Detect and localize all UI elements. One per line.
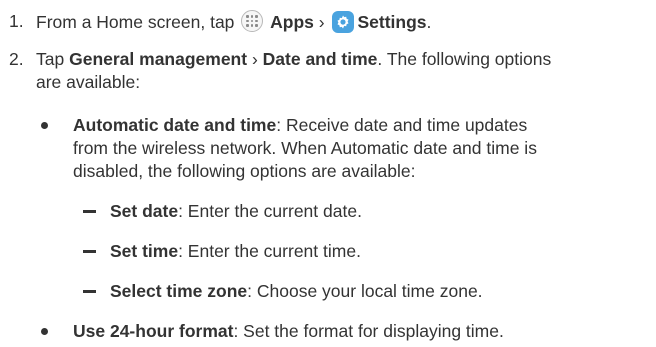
- step-1-prefix: From a Home screen, tap: [36, 12, 235, 32]
- option-automatic-line-3: disabled, the following options are avai…: [73, 161, 416, 181]
- bullet-icon: [41, 328, 48, 335]
- option-term: Use 24-hour format: [73, 321, 234, 341]
- sub-option-term: Set time: [110, 241, 179, 261]
- separator: ›: [318, 12, 325, 32]
- dash-icon: [83, 210, 96, 213]
- step-1-suffix: .: [426, 12, 432, 32]
- step-2-line-1: Tap General management › Date and time. …: [36, 48, 551, 70]
- date-and-time-label: Date and time: [262, 49, 378, 69]
- separator: ›: [251, 49, 258, 69]
- sub-option-description: : Enter the current time.: [178, 241, 361, 261]
- apps-icon: [241, 10, 264, 32]
- instructions-document: 1. From a Home screen, tap Apps › Settin…: [0, 0, 656, 347]
- dash-icon: [83, 250, 96, 253]
- step-2-suffix: . The following options: [377, 49, 552, 69]
- sub-option-term: Set date: [110, 201, 179, 221]
- sub-option-term: Select time zone: [110, 281, 248, 301]
- sub-option-set-date: Set date: Enter the current date.: [110, 200, 362, 222]
- option-description: : Set the format for displaying time.: [233, 321, 504, 341]
- sub-option-description: : Enter the current date.: [178, 201, 362, 221]
- step-2-prefix: Tap: [36, 49, 65, 69]
- bullet-icon: [41, 122, 48, 129]
- sub-option-set-time: Set time: Enter the current time.: [110, 240, 361, 262]
- option-term: Automatic date and time: [73, 115, 277, 135]
- general-management-label: General management: [69, 49, 248, 69]
- dash-icon: [83, 290, 96, 293]
- sub-option-description: : Choose your local time zone.: [247, 281, 483, 301]
- gear-icon: [332, 11, 355, 33]
- option-description: : Receive date and time updates: [276, 115, 528, 135]
- step-2-line-2: are available:: [36, 72, 141, 92]
- step-1-number: 1.: [9, 11, 24, 31]
- step-1-text: From a Home screen, tap Apps › Settings.: [36, 10, 431, 33]
- sub-option-select-time-zone: Select time zone: Choose your local time…: [110, 280, 483, 302]
- settings-label: Settings: [357, 12, 427, 32]
- step-2-number: 2.: [9, 49, 24, 69]
- apps-label: Apps: [270, 12, 314, 32]
- option-24-hour-format: Use 24-hour format: Set the format for d…: [73, 320, 504, 342]
- option-automatic-line-1: Automatic date and time: Receive date an…: [73, 114, 527, 136]
- option-automatic-line-2: from the wireless network. When Automati…: [73, 138, 537, 158]
